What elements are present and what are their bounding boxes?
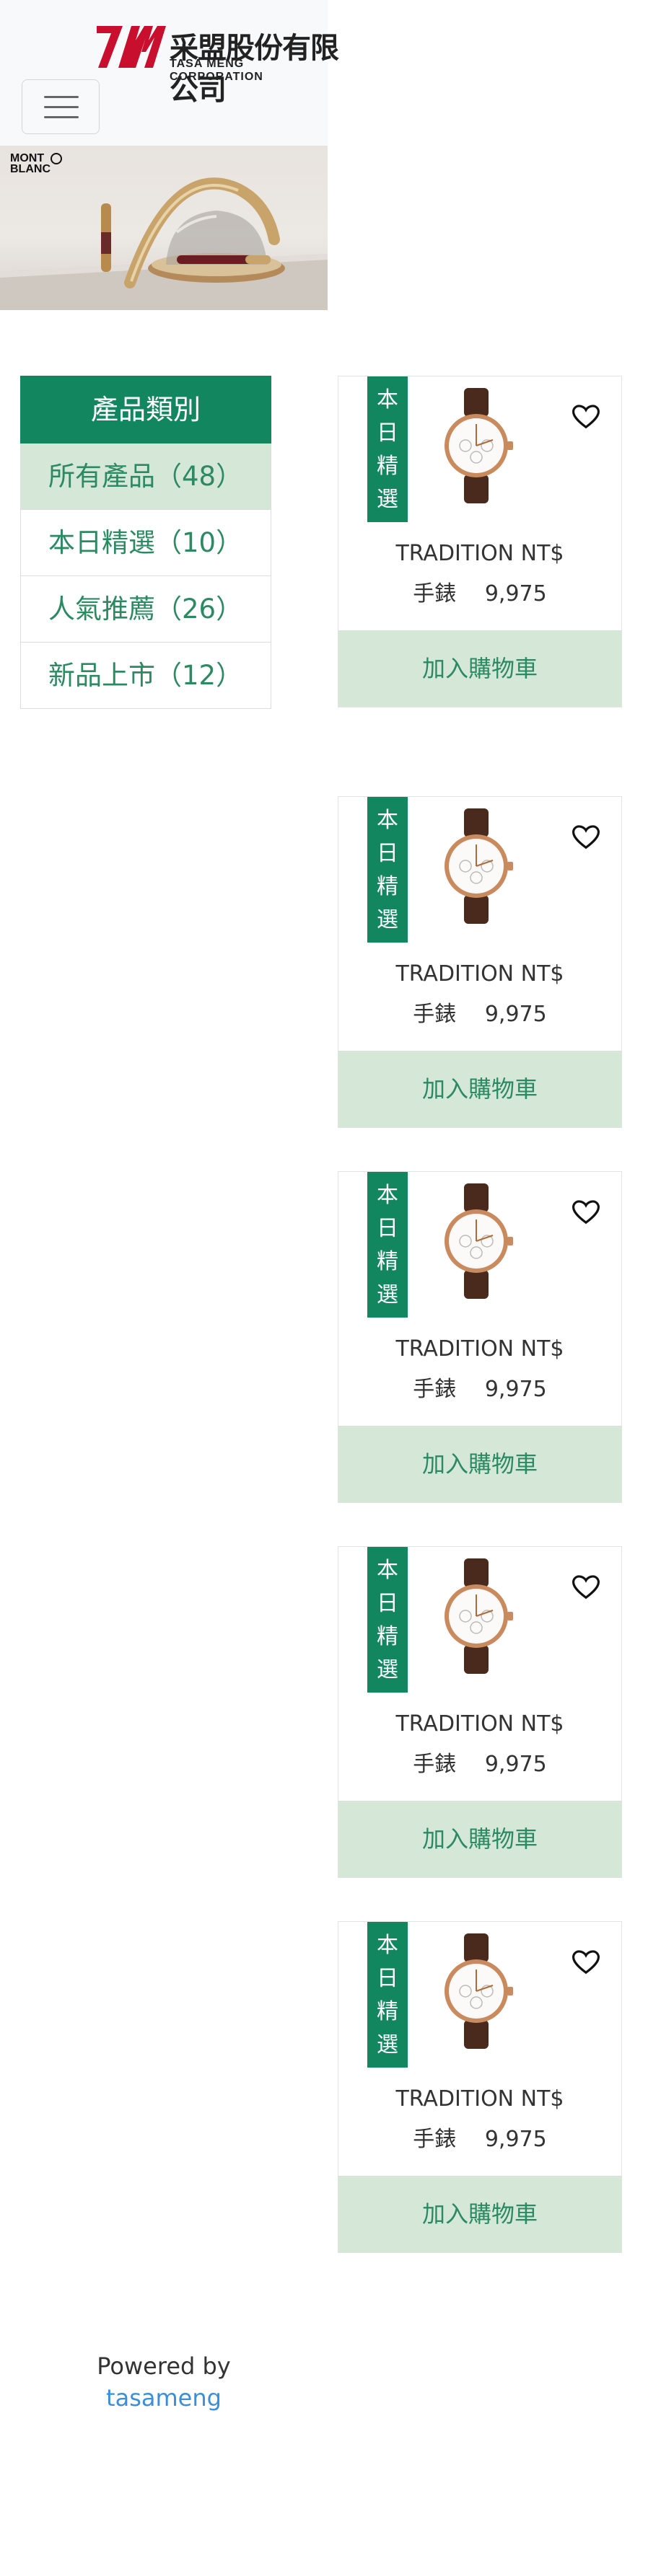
badge-char: 選 [377,1282,398,1307]
badge-char: 本 [377,1183,398,1208]
badge-char: 選 [377,487,398,512]
badge-char: 日 [377,1591,398,1616]
product-price: 手錶 9,975 [413,1002,547,1027]
badge-char: 精 [377,1999,398,2024]
company-logo[interactable]: 采盟股份有限公司 TASA MENG CORPORATION [94,20,339,107]
star-icon [51,153,62,164]
product-card[interactable]: 本 日 精 選 TRADITION NT$ 手錶 9,975 加入購物車 [338,1546,622,1878]
watch-image[interactable] [437,388,516,503]
powered-by-text: Powered by [97,2352,231,2380]
badge-char: 選 [377,907,398,932]
hamburger-icon [44,116,79,118]
product-name: TRADITION NT$ [395,1711,564,1737]
product-price: 手錶 9,975 [413,1752,547,1777]
tasameng-link[interactable]: tasameng [0,2384,328,2412]
badge-char: 精 [377,874,398,899]
brand-line-2: BLANC [10,163,51,175]
product-name: TRADITION NT$ [395,1336,564,1362]
category-item-popular[interactable]: 人氣推薦（26） [20,576,271,643]
badge-char: 本 [377,387,398,413]
product-card[interactable]: 本 日 精 選 TRADITION NT$ 手錶 9,975 加入購物車 [338,1921,622,2253]
badge-char: 日 [377,1216,398,1241]
category-item-all[interactable]: 所有產品（48） [20,444,271,510]
heart-icon[interactable] [572,824,600,850]
footer: Powered by tasameng [0,2352,328,2412]
watch-image[interactable] [437,808,516,924]
badge-char: 選 [377,2032,398,2057]
product-price: 手錶 9,975 [413,2127,547,2152]
add-to-cart-button[interactable]: 加入購物車 [338,2176,621,2252]
badge-char: 選 [377,1657,398,1682]
product-card[interactable]: 本 日 精 選 TRADITION NT$ 手錶 9,975 加入購物車 [338,376,622,707]
daily-pick-badge: 本 日 精 選 [367,797,408,943]
daily-pick-badge: 本 日 精 選 [367,1172,408,1318]
category-item-new-arrivals[interactable]: 新品上市（12） [20,643,271,709]
watch-image[interactable] [437,1933,516,2049]
badge-char: 本 [377,1933,398,1958]
menu-toggle-button[interactable] [22,79,100,134]
hamburger-icon [44,106,79,108]
daily-pick-badge: 本 日 精 選 [367,1547,408,1693]
badge-char: 日 [377,1966,398,1991]
daily-pick-badge: 本 日 精 選 [367,1922,408,2068]
product-name: TRADITION NT$ [395,961,564,987]
badge-char: 精 [377,1249,398,1274]
watch-image[interactable] [437,1558,516,1674]
product-name: TRADITION NT$ [395,541,564,566]
hamburger-icon [44,96,79,98]
daily-pick-badge: 本 日 精 選 [367,376,408,522]
product-price: 手錶 9,975 [413,1377,547,1402]
heart-icon[interactable] [572,1199,600,1225]
badge-char: 精 [377,454,398,479]
product-name: TRADITION NT$ [395,2086,564,2112]
hero-banner[interactable]: MONT BLANC [0,146,328,310]
category-title: 產品類別 [20,376,271,444]
product-card[interactable]: 本 日 精 選 TRADITION NT$ 手錶 9,975 加入購物車 [338,796,622,1128]
logo-company-name-en: TASA MENG CORPORATION [170,58,263,83]
badge-char: 本 [377,1558,398,1583]
tasa-meng-logo-icon [97,26,166,68]
product-price: 手錶 9,975 [413,581,547,606]
badge-char: 本 [377,808,398,833]
category-item-daily-picks[interactable]: 本日精選（10） [20,510,271,576]
montblanc-logo: MONT BLANC [10,153,51,175]
heart-icon[interactable] [572,1574,600,1600]
heart-icon[interactable] [572,1949,600,1975]
heart-icon[interactable] [572,404,600,430]
add-to-cart-button[interactable]: 加入購物車 [338,1426,621,1502]
add-to-cart-button[interactable]: 加入購物車 [338,1801,621,1877]
brand-line-1: MONT [10,152,45,164]
badge-char: 日 [377,841,398,866]
product-card[interactable]: 本 日 精 選 TRADITION NT$ 手錶 9,975 加入購物車 [338,1171,622,1503]
add-to-cart-button[interactable]: 加入購物車 [338,1051,621,1127]
add-to-cart-button[interactable]: 加入購物車 [338,630,621,707]
badge-char: 日 [377,420,398,446]
watch-image[interactable] [437,1183,516,1299]
category-sidebar: 產品類別 所有產品（48） 本日精選（10） 人氣推薦（26） 新品上市（12） [20,376,271,709]
badge-char: 精 [377,1624,398,1649]
